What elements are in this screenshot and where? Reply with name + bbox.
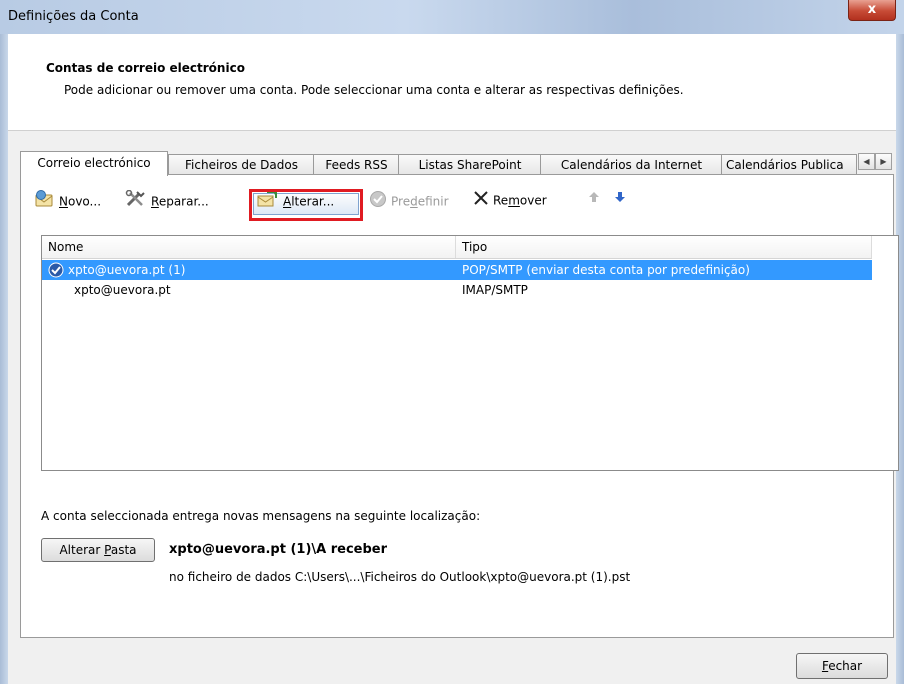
close-icon: x — [867, 2, 877, 17]
dialog-client-area: Contas de correio electrónico Pode adici… — [8, 34, 899, 684]
triangle-left-icon: ◀ — [863, 157, 870, 166]
arrow-down-icon — [613, 192, 627, 207]
dialog-header: Contas de correio electrónico Pode adici… — [8, 34, 896, 131]
close-window-button[interactable]: x — [848, 0, 896, 21]
account-type: POP/SMTP (enviar desta conta por predefi… — [462, 263, 750, 277]
tab-sharepoint-lists[interactable]: Listas SharePoint — [398, 154, 542, 175]
change-folder-label-mnemonic: P — [104, 543, 111, 557]
window-title: Definições da Conta — [8, 9, 139, 24]
default-label-prefix: Pre — [391, 194, 411, 209]
set-default-button[interactable]: Predefinir — [369, 190, 449, 210]
list-scroll-area — [872, 236, 898, 470]
move-down-button[interactable] — [613, 190, 627, 210]
tab-rss-feeds[interactable]: Feeds RSS — [313, 154, 400, 175]
header-description: Pode adicionar ou remover uma conta. Pod… — [64, 83, 684, 97]
accounts-toolbar: Novo... Reparar... Alterar... Predefinir — [21, 175, 893, 221]
tab-label: Feeds RSS — [325, 158, 388, 172]
email-accounts-panel: Novo... Reparar... Alterar... Predefinir — [20, 174, 899, 638]
repair-tools-icon — [125, 189, 147, 214]
repair-label-mnemonic: R — [151, 194, 159, 209]
account-name: xpto@uevora.pt (1) — [68, 263, 186, 277]
delivery-folder-path: xpto@uevora.pt (1)\A receber — [169, 542, 388, 557]
accounts-list-header: Nome Tipo — [42, 236, 872, 259]
column-header-type[interactable]: Tipo — [456, 236, 872, 258]
tab-internet-calendars[interactable]: Calendários da Internet — [540, 154, 723, 175]
accounts-list[interactable]: Nome Tipo xpto@uevora.pt (1) POP/SMTP (e… — [41, 235, 899, 471]
new-account-icon — [35, 190, 55, 214]
tab-published-calendars[interactable]: Calendários Publica — [721, 154, 857, 174]
tab-data-files[interactable]: Ficheiros de Dados — [168, 154, 315, 175]
tab-label: Correio electrónico — [37, 156, 151, 170]
checkmark-circle-icon — [369, 190, 387, 214]
delivery-location-label: A conta seleccionada entrega novas mensa… — [41, 509, 481, 523]
delivery-data-file-path: no ficheiro de dados C:\Users\...\Fichei… — [169, 570, 631, 584]
column-header-name[interactable]: Nome — [42, 236, 456, 258]
remove-label-mnemonic: m — [508, 193, 520, 208]
tab-label: Listas SharePoint — [418, 158, 522, 172]
new-account-button[interactable]: Novo... — [35, 190, 101, 210]
move-up-button[interactable] — [587, 190, 601, 210]
change-button-highlight-box — [249, 189, 363, 221]
x-icon — [473, 190, 489, 212]
triangle-right-icon: ▶ — [880, 157, 887, 166]
tab-label: Calendários Publica — [726, 158, 844, 172]
tab-scroll-left-button[interactable]: ◀ — [858, 153, 875, 170]
header-heading: Contas de correio electrónico — [46, 61, 245, 75]
account-row-selected[interactable]: xpto@uevora.pt (1) POP/SMTP (enviar dest… — [42, 260, 872, 280]
tab-scroll-right-button[interactable]: ▶ — [875, 153, 892, 170]
new-label-mnemonic: N — [59, 194, 68, 209]
repair-label-suffix: eparar... — [158, 194, 209, 209]
remove-button[interactable]: Remover — [473, 190, 547, 210]
repair-button[interactable]: Reparar... — [125, 189, 209, 210]
tab-strip: Correio electrónico Ficheiros de Dados F… — [20, 151, 892, 176]
tab-label: Calendários da Internet — [560, 158, 703, 172]
change-folder-label-suffix: asta — [110, 543, 137, 557]
window-frame-left — [0, 34, 8, 684]
account-row[interactable]: xpto@uevora.pt IMAP/SMTP — [42, 280, 872, 300]
default-label-suffix: efinir — [417, 194, 449, 209]
default-label-mnemonic: d — [410, 194, 418, 209]
change-folder-label-prefix: Alterar — [59, 543, 105, 557]
close-label-suffix: echar — [828, 659, 863, 673]
tab-email[interactable]: Correio electrónico — [20, 151, 168, 176]
remove-label-suffix: over — [519, 193, 547, 208]
title-bar: Definições da Conta x — [0, 0, 904, 34]
account-name: xpto@uevora.pt — [74, 283, 171, 297]
account-type: IMAP/SMTP — [462, 283, 528, 297]
remove-label-prefix: Re — [493, 193, 509, 208]
close-button[interactable]: Fechar — [796, 653, 888, 679]
tab-label: Ficheiros de Dados — [185, 158, 298, 172]
arrow-up-icon — [587, 192, 601, 207]
change-folder-button[interactable]: Alterar Pasta — [41, 538, 155, 562]
new-label-suffix: ovo... — [67, 194, 102, 209]
